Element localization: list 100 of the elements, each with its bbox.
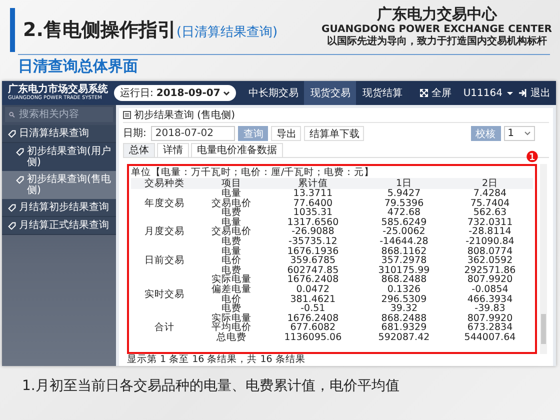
date-label: 日期:	[123, 126, 146, 140]
run-day-selector[interactable]: 运行日: 2018-09-07	[114, 85, 236, 101]
expand-icon	[420, 89, 428, 97]
scrollbar[interactable]	[540, 164, 547, 354]
table-cell: 电量	[198, 189, 265, 199]
table-cell-text: 359.6785	[290, 256, 336, 266]
tab[interactable]: 总体	[123, 143, 155, 157]
table-cell-text: 日前交易	[143, 254, 186, 268]
accent-bar	[10, 8, 15, 52]
table-cell: 电量	[198, 218, 265, 228]
table-cell-text: -39.83	[474, 304, 506, 314]
table-cell-text: 381.4621	[289, 294, 337, 304]
table-cell-text: -21090.84	[464, 236, 516, 247]
table-cell-text: 平均电价	[210, 323, 252, 333]
tag-icon	[8, 222, 16, 230]
sidebar-item[interactable]: 月结算初步结果查询	[2, 199, 116, 217]
table-cell-text: -35735.12	[288, 236, 338, 247]
table-cell: 电费	[198, 266, 265, 276]
sidebar-subitem[interactable]: 初步结果查询(用户侧)	[2, 143, 116, 171]
table-cell-text: 77.6400	[292, 198, 334, 208]
table-cell-text: 808.0774	[466, 246, 514, 256]
user-menu[interactable]: U11164	[463, 88, 514, 98]
table-cell: 年度交易	[131, 189, 198, 218]
column-header: 累计值	[264, 178, 361, 189]
table-cell-text: 868.1162	[380, 246, 428, 256]
table-cell-text: 292571.86	[463, 266, 517, 276]
table-cell-text: -0.51	[300, 304, 326, 314]
table-cell-text: 0.1326	[386, 284, 422, 295]
table-cell-text: 296.5309	[380, 294, 428, 304]
logo-text: 广东电力市场交易系统	[8, 85, 108, 95]
table-cell-text: 月度交易	[143, 225, 186, 240]
table-cell-text: 电价	[220, 294, 242, 304]
nav-tab[interactable]: 现货交易	[304, 81, 356, 105]
table-cell: 电费	[198, 304, 265, 314]
table-cell-text: 357.2978	[381, 256, 427, 266]
tag-icon	[16, 148, 24, 156]
table-cell-text: 544007.64	[463, 332, 517, 342]
table-cell-text: 1676.1936	[286, 246, 340, 256]
table-cell-text: 交易电价	[210, 227, 252, 237]
tag-icon	[8, 204, 16, 212]
table-cell-text: -14644.28	[378, 236, 430, 247]
table-cell-text: 673.2834	[467, 323, 513, 333]
version-select[interactable]: 1	[504, 126, 535, 140]
column-header: 交易种类	[131, 178, 198, 189]
date-field[interactable]: 2018-07-02	[151, 126, 236, 140]
org-name-english: GUANGDONG POWER EXCHANGE CENTER	[322, 24, 552, 35]
chevron-down-icon	[524, 130, 531, 136]
table-cell-text: 0.0472	[295, 284, 331, 295]
sidebar-subitem[interactable]: 初步结果查询(售电侧)	[2, 171, 116, 199]
table-cell-text: 1136095.06	[283, 332, 343, 342]
table-cell-text: 39.32	[390, 304, 418, 314]
table-cell: 677.6082	[264, 323, 361, 333]
tag-icon	[8, 130, 16, 138]
table-cell-text: 868.2488	[380, 314, 428, 324]
nav-tab[interactable]: 现货结算	[356, 81, 408, 105]
table-cell-text: 681.9329	[381, 323, 427, 333]
slide-subtitle: 日清查询总体界面	[17, 56, 139, 76]
column-header: 项目	[198, 178, 265, 189]
table-cell-text: 实际电量	[210, 275, 252, 285]
table-cell-text: 交易电价	[210, 198, 252, 208]
slogan: 以国际先进为导向，致力于打造国内交易机构标杆	[326, 36, 547, 48]
slide-title: 2.售电侧操作指引(日清算结果查询)	[23, 18, 278, 43]
sidebar-item[interactable]: 日清算结果查询	[2, 125, 116, 143]
table-cell-text: -25.0062	[382, 227, 426, 237]
table-cell-text: 总电费	[215, 332, 248, 342]
table-cell-text: 1676.2408	[286, 275, 340, 285]
table-cell: 562.63	[446, 208, 533, 218]
table-cell-text: 电量	[220, 246, 242, 256]
unit-note: 单位【电量：万千瓦时；电价：厘/千瓦时；电费：元】	[131, 167, 376, 178]
table-cell-text: 79.5396	[383, 198, 425, 208]
table-cell-text: 466.3934	[466, 294, 514, 304]
tab[interactable]: 详情	[157, 143, 189, 157]
org-name: 广东电力交易中心	[376, 5, 497, 24]
fullscreen-button[interactable]: 全屏	[420, 86, 452, 100]
callout-number: ❶	[526, 150, 539, 165]
table-cell-text: 585.6249	[380, 218, 428, 228]
nav-tab[interactable]: 中长期交易	[242, 81, 304, 105]
sidebar-item[interactable]: 月结算正式结果查询	[2, 217, 116, 235]
logout-icon	[519, 89, 528, 97]
tag-icon	[16, 176, 24, 184]
table-cell-text: -0.0854	[470, 284, 510, 295]
table-cell: 472.68	[360, 208, 447, 218]
table-cell-text: 电费	[220, 236, 242, 247]
tab[interactable]: 电量电价准备数据	[191, 143, 283, 157]
action-button[interactable]: 导出	[271, 126, 302, 140]
caption: 1.月初至当前日各交易品种的电量、电费累计值，电价平均值	[21, 377, 400, 395]
table-cell-text: 75.7404	[469, 198, 511, 208]
table-cell-text: 602747.85	[286, 266, 340, 276]
table-cell-text: 868.2488	[380, 275, 428, 285]
action-button[interactable]: 结算单下载	[304, 126, 364, 140]
table-cell-text: 偏差电量	[210, 284, 252, 295]
logout-button[interactable]: 退出	[519, 86, 550, 100]
column-header: 1日	[360, 178, 447, 189]
table-cell-text: 592087.42	[377, 332, 431, 342]
table-cell-text: 310175.99	[377, 266, 431, 276]
table-cell-text: 1317.6560	[286, 218, 340, 228]
search-icon	[9, 111, 16, 118]
column-header: 2日	[446, 178, 533, 189]
table-cell: 1035.31	[264, 208, 361, 218]
chevron-down-icon	[223, 90, 230, 96]
